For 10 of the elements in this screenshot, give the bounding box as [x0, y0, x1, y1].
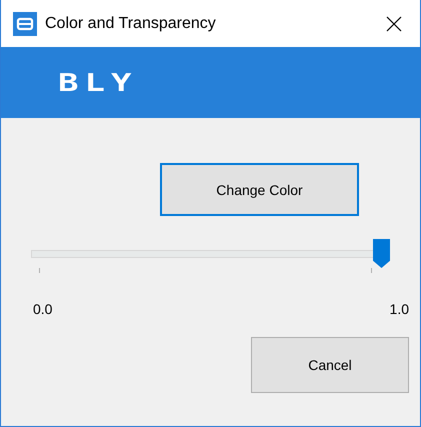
app-icon	[13, 12, 37, 36]
close-icon[interactable]	[386, 16, 402, 32]
slider[interactable]	[31, 239, 390, 268]
change-color-button[interactable]: Change Color	[160, 163, 359, 216]
slider-thumb[interactable]	[373, 239, 390, 268]
cancel-button[interactable]: Cancel	[251, 337, 409, 393]
window-title: Color and Transparency	[45, 14, 217, 32]
logo: BLY	[58, 68, 138, 97]
min-label: 0.0	[33, 301, 52, 317]
max-label: 1.0	[390, 301, 409, 317]
